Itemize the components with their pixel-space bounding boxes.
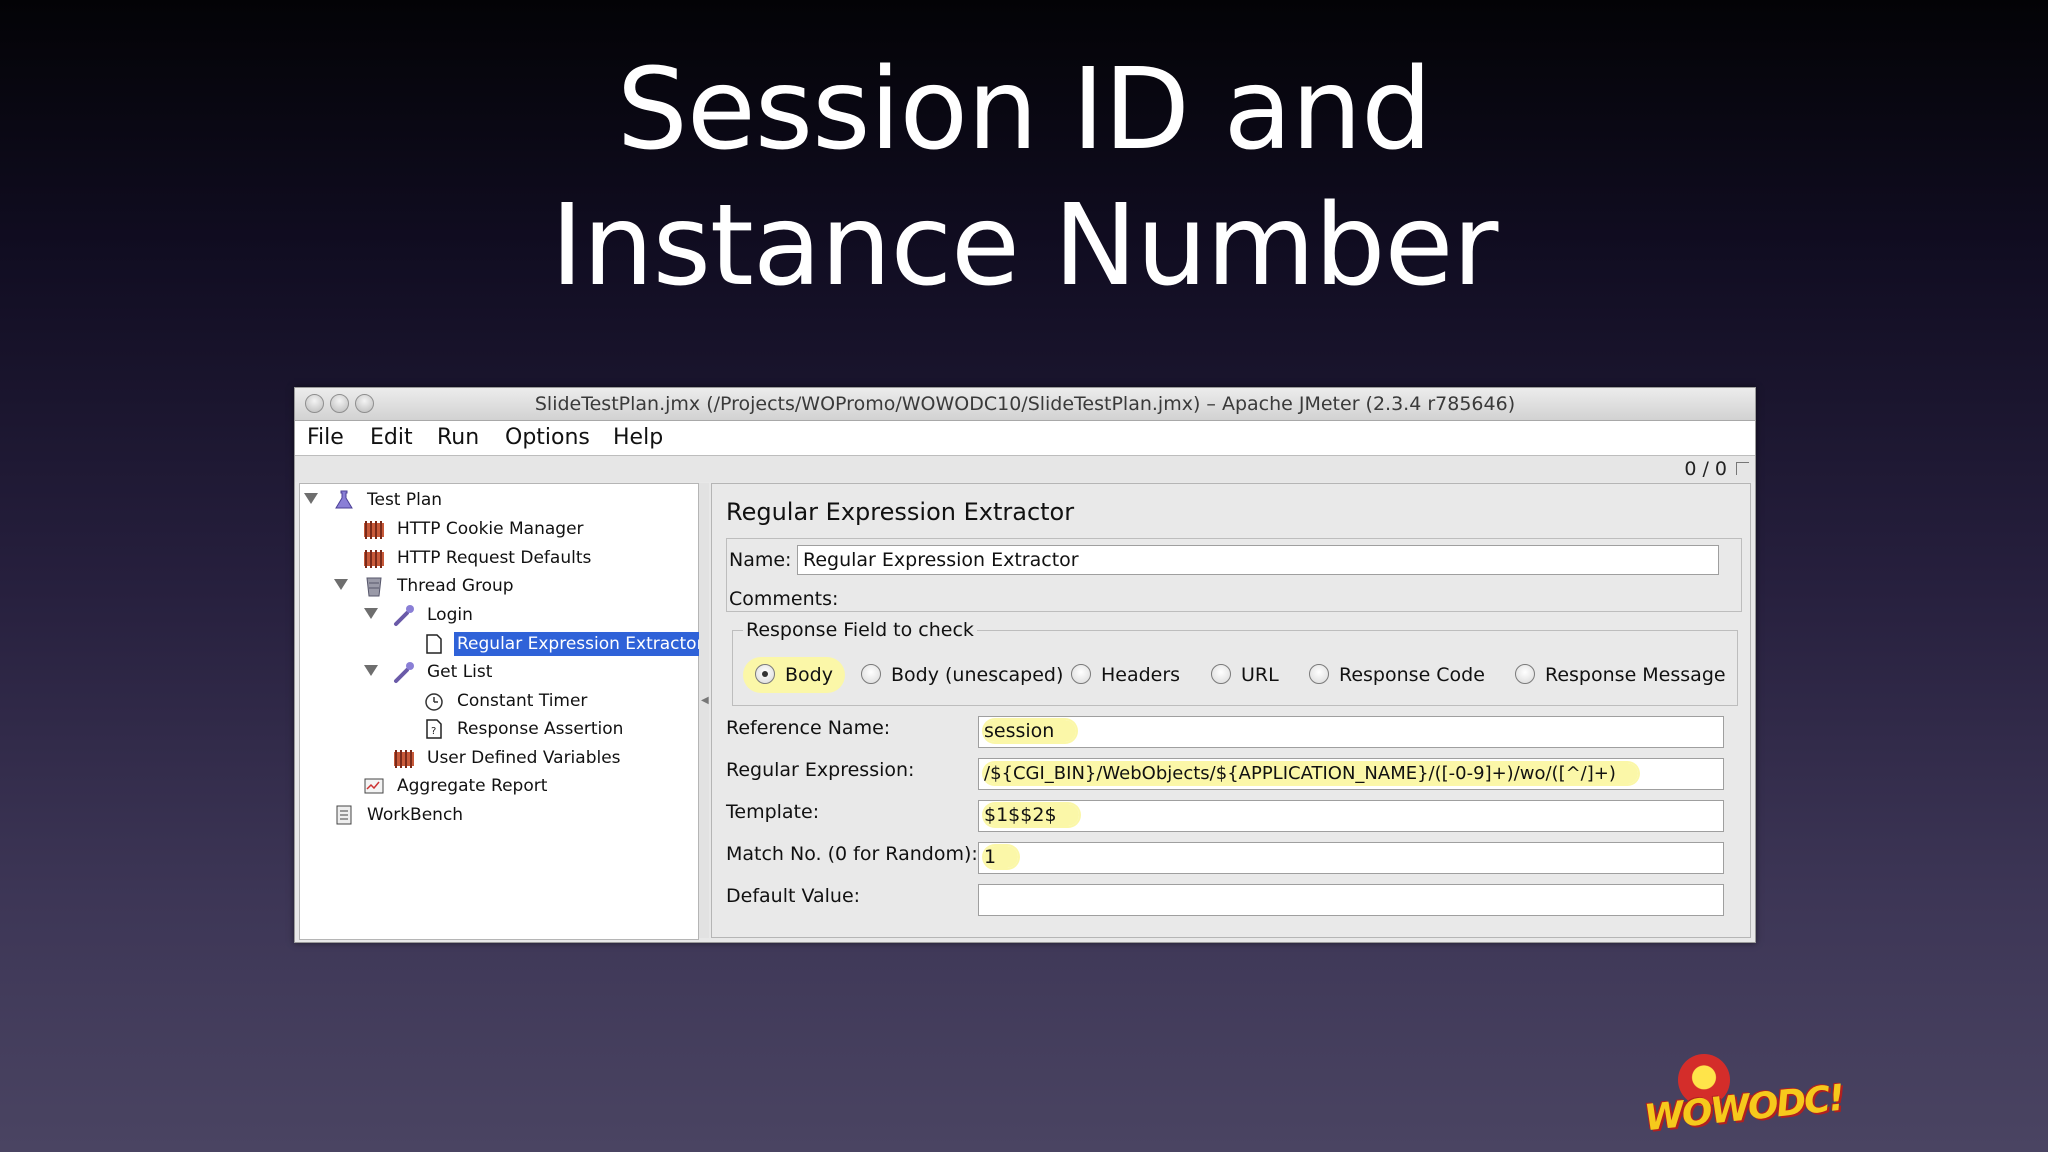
config-element-icon bbox=[392, 746, 416, 770]
template-label: Template: bbox=[726, 801, 820, 823]
comments-label: Comments: bbox=[729, 588, 839, 610]
menu-options[interactable]: Options bbox=[505, 425, 590, 450]
tree-label: Test Plan bbox=[367, 490, 443, 510]
radio-selected-dot bbox=[762, 671, 768, 677]
tree-label: Response Assertion bbox=[457, 719, 624, 739]
document-icon bbox=[422, 632, 446, 656]
regex-label: Regular Expression: bbox=[726, 759, 915, 781]
window-titlebar[interactable]: SlideTestPlan.jmx (/Projects/WOPromo/WOW… bbox=[295, 388, 1755, 421]
radio-button-icon[interactable] bbox=[755, 664, 775, 684]
match-no-label: Match No. (0 for Random): bbox=[726, 843, 978, 865]
radio-label: Body (unescaped) bbox=[891, 664, 1064, 686]
window-title: SlideTestPlan.jmx (/Projects/WOPromo/WOW… bbox=[534, 393, 1516, 415]
report-icon bbox=[362, 774, 386, 798]
radio-button-icon[interactable] bbox=[1071, 664, 1091, 684]
tree-label: Get List bbox=[427, 662, 493, 682]
radio-label: Response Code bbox=[1339, 664, 1485, 686]
tree-label: User Defined Variables bbox=[427, 748, 621, 768]
menu-file[interactable]: File bbox=[307, 425, 344, 450]
assertion-icon: ? bbox=[422, 717, 446, 741]
menu-run[interactable]: Run bbox=[437, 425, 479, 450]
panel-title: Regular Expression Extractor bbox=[726, 498, 1075, 526]
expand-arrow-icon[interactable] bbox=[364, 665, 378, 676]
jmeter-window: SlideTestPlan.jmx (/Projects/WOPromo/WOW… bbox=[294, 387, 1756, 943]
regex-field[interactable]: /${CGI_BIN}/WebObjects/${APPLICATION_NAM… bbox=[978, 758, 1724, 790]
name-label: Name: bbox=[729, 549, 792, 571]
name-field[interactable]: Regular Expression Extractor bbox=[797, 545, 1719, 575]
response-field-legend: Response Field to check bbox=[743, 619, 977, 641]
tree-label: HTTP Cookie Manager bbox=[397, 519, 584, 539]
radio-button-icon[interactable] bbox=[1211, 664, 1231, 684]
svg-text:?: ? bbox=[431, 726, 436, 737]
sampler-pipette-icon bbox=[392, 660, 416, 684]
radio-label: Headers bbox=[1101, 664, 1181, 686]
slide-title-line-2: Instance Number bbox=[550, 181, 1499, 311]
default-value-field[interactable] bbox=[978, 884, 1724, 916]
tree-label: Regular Expression Extractor bbox=[454, 632, 707, 656]
tree-label: Login bbox=[427, 605, 473, 625]
element-editor: Regular Expression Extractor Name: Regul… bbox=[711, 483, 1751, 938]
name-comments-box: Name: Regular Expression Extractor Comme… bbox=[726, 538, 1742, 612]
menu-edit[interactable]: Edit bbox=[370, 425, 413, 450]
radio-button-icon[interactable] bbox=[1309, 664, 1329, 684]
radio-button-icon[interactable] bbox=[861, 664, 881, 684]
expand-arrow-icon[interactable] bbox=[364, 608, 378, 619]
expand-arrow-icon[interactable] bbox=[334, 579, 348, 590]
splitter-arrow-icon[interactable]: ◀ bbox=[701, 695, 709, 706]
menu-bar: File Edit Run Options Help bbox=[295, 421, 1755, 456]
config-element-icon bbox=[362, 546, 386, 570]
menu-help[interactable]: Help bbox=[613, 425, 663, 450]
reference-name-value: session bbox=[984, 720, 1077, 742]
response-field-group: Response Field to check Body Body (unesc… bbox=[732, 619, 1738, 706]
flask-icon bbox=[332, 488, 356, 512]
radio-label: Response Message bbox=[1545, 664, 1726, 686]
tree-label: Constant Timer bbox=[457, 691, 588, 711]
tree-label: Thread Group bbox=[397, 576, 514, 596]
thread-group-icon bbox=[362, 574, 386, 598]
reference-name-field[interactable]: session bbox=[978, 716, 1724, 748]
radio-button-icon[interactable] bbox=[1515, 664, 1535, 684]
default-value-label: Default Value: bbox=[726, 885, 861, 907]
regex-value: /${CGI_BIN}/WebObjects/${APPLICATION_NAM… bbox=[984, 763, 1638, 784]
expand-arrow-icon[interactable] bbox=[304, 493, 318, 504]
status-indicator-icon bbox=[1736, 462, 1749, 475]
tree-label: HTTP Request Defaults bbox=[397, 548, 592, 568]
workbench-icon bbox=[332, 803, 356, 827]
match-no-value: 1 bbox=[984, 846, 1019, 868]
config-element-icon bbox=[362, 517, 386, 541]
reference-name-label: Reference Name: bbox=[726, 717, 891, 739]
thread-counter: 0 / 0 bbox=[1684, 458, 1727, 480]
radio-label: URL bbox=[1241, 664, 1279, 686]
logo-text: WOWODC! bbox=[1642, 1077, 1845, 1140]
wowodc-logo: WOWODC! bbox=[1638, 1050, 1845, 1140]
match-no-field[interactable]: 1 bbox=[978, 842, 1724, 874]
tree-label: Aggregate Report bbox=[397, 776, 548, 796]
template-field[interactable]: $1$$2$ bbox=[978, 800, 1724, 832]
tree-label: WorkBench bbox=[367, 805, 464, 825]
pane-splitter[interactable]: ◀ bbox=[699, 483, 709, 938]
sampler-pipette-icon bbox=[392, 603, 416, 627]
template-value: $1$$2$ bbox=[984, 804, 1079, 826]
slide-title-line-1: Session ID and bbox=[616, 45, 1433, 175]
test-plan-tree[interactable]: Test Plan HTTP Cookie Manager HTTP Reque… bbox=[299, 483, 707, 940]
radio-label: Body bbox=[785, 664, 833, 686]
slide-title: Session ID and Instance Number bbox=[0, 42, 2048, 314]
status-row: 0 / 0 bbox=[295, 456, 1755, 482]
timer-icon bbox=[422, 689, 446, 713]
